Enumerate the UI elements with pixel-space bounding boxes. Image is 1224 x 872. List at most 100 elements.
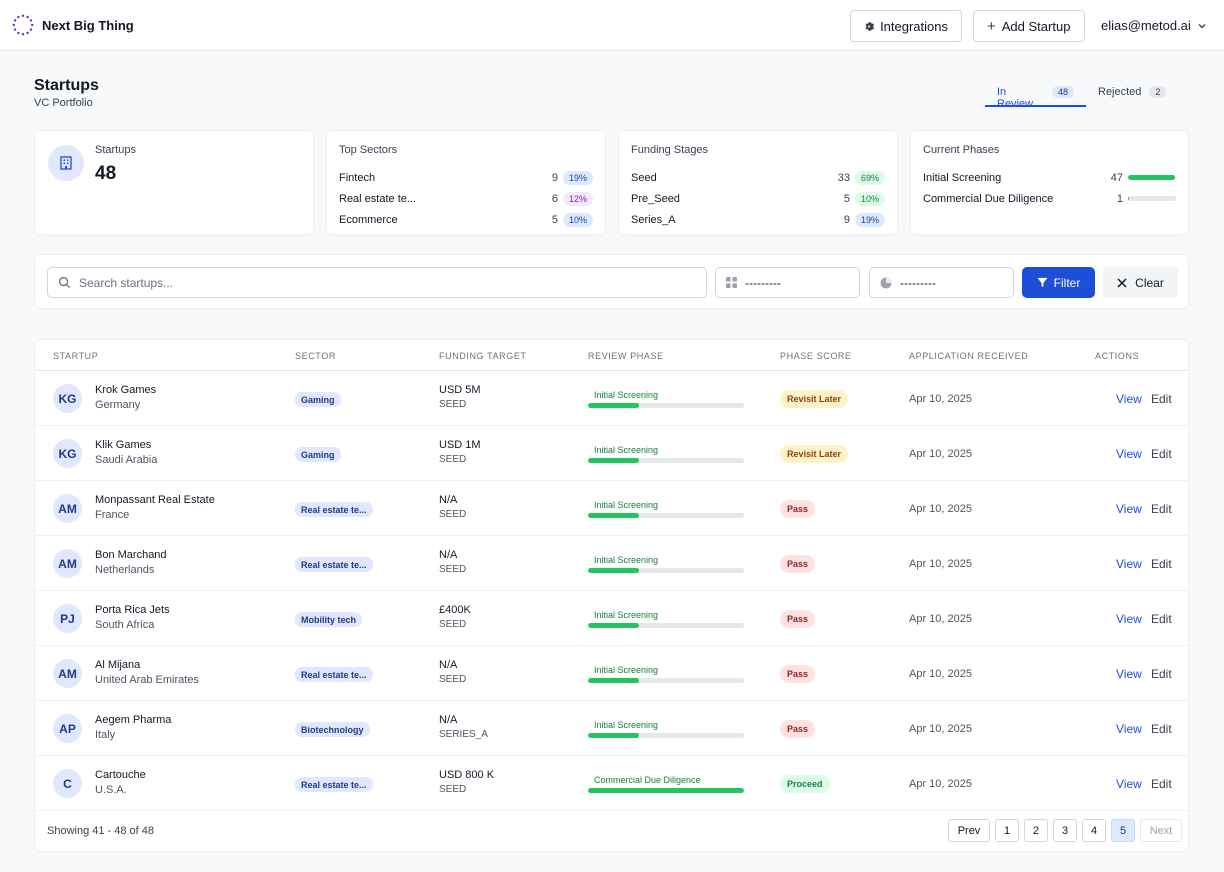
column-header[interactable]: Review Phase: [588, 351, 664, 361]
sector-count: 6: [551, 192, 558, 205]
table-row: C Cartouche U.S.A. Real estate te... USD 800…: [35, 756, 1188, 811]
phase-name: Initial Screening: [923, 171, 1002, 184]
edit-link[interactable]: Edit: [1151, 777, 1172, 791]
percent-badge: 19%: [855, 212, 885, 227]
phase-score-badge: Proceed: [780, 775, 830, 793]
sector-row: Ecommerce 5 10%: [339, 209, 593, 230]
tab-label: Rejected: [1098, 86, 1142, 98]
search-input[interactable]: Search startups...: [47, 267, 707, 298]
edit-link[interactable]: Edit: [1151, 612, 1172, 626]
column-header[interactable]: Sector: [295, 351, 336, 361]
view-link[interactable]: View: [1116, 777, 1142, 791]
edit-link[interactable]: Edit: [1151, 667, 1172, 681]
edit-link[interactable]: Edit: [1151, 502, 1172, 516]
avatar: KG: [53, 439, 82, 468]
sector-name: Fintech: [339, 171, 376, 184]
next-page-button[interactable]: Next: [1140, 819, 1182, 842]
prev-page-button[interactable]: Prev: [948, 819, 990, 842]
status-tabs: In Review 48 Rejected 2: [985, 80, 1178, 110]
add-startup-button[interactable]: + Add Startup: [973, 10, 1085, 42]
column-header[interactable]: Phase Score: [780, 351, 852, 361]
startup-name: Bon Marchand: [95, 549, 167, 561]
app-name: Next Big Thing: [42, 17, 134, 33]
page-button-current[interactable]: 5: [1111, 819, 1135, 842]
table-row: AM Al Mijana United Arab Emirates Real esta…: [35, 646, 1188, 701]
edit-link[interactable]: Edit: [1151, 722, 1172, 736]
view-link[interactable]: View: [1116, 722, 1142, 736]
view-link[interactable]: View: [1116, 612, 1142, 626]
edit-link[interactable]: Edit: [1151, 447, 1172, 461]
review-phase-label: Initial Screening: [594, 555, 659, 565]
funding-stage: SEED: [439, 454, 467, 465]
card-title: Top Sectors: [339, 144, 398, 156]
page-button[interactable]: 1: [995, 819, 1019, 842]
funding-count: 33: [837, 171, 850, 184]
sector-name: Ecommerce: [339, 213, 398, 226]
edit-link[interactable]: Edit: [1151, 392, 1172, 406]
sector-select[interactable]: ---------: [715, 267, 860, 298]
page-button[interactable]: 2: [1024, 819, 1048, 842]
clear-label: Clear: [1135, 275, 1164, 290]
current-phases-card: Current Phases Initial Screening 47 Comm…: [910, 130, 1189, 235]
phase-score-badge: Pass: [780, 555, 816, 573]
view-link[interactable]: View: [1116, 667, 1142, 681]
clear-button[interactable]: Clear: [1103, 267, 1178, 298]
view-link[interactable]: View: [1116, 447, 1142, 461]
phase-count: 1: [1116, 192, 1123, 205]
funding-row: Seed 33 69%: [631, 167, 885, 188]
card-title: Funding Stages: [631, 144, 709, 156]
funding-stage: SEED: [439, 784, 467, 795]
edit-link[interactable]: Edit: [1151, 557, 1172, 571]
funding-count: 9: [843, 213, 850, 226]
funding-stage-name: Pre_Seed: [631, 192, 680, 205]
review-phase-progress: [588, 623, 744, 628]
search-placeholder: Search startups...: [79, 275, 174, 290]
phase-score-badge: Pass: [780, 610, 816, 628]
pie-chart-icon: [880, 277, 892, 288]
percent-badge: 12%: [563, 191, 593, 206]
review-phase-progress: [588, 733, 744, 738]
table-row: KG Krok Games Germany Gaming USD 5M SEED Initi…: [35, 371, 1188, 426]
tab-count-badge: 2: [1149, 86, 1167, 98]
filter-button[interactable]: Filter: [1022, 267, 1095, 298]
funnel-icon: [1037, 277, 1048, 288]
page-button[interactable]: 3: [1053, 819, 1077, 842]
table-row: AM Bon Marchand Netherlands Real estate te.…: [35, 536, 1188, 591]
stat-label: Startups: [95, 144, 136, 156]
sector-name: Real estate te...: [339, 192, 417, 205]
review-phase-progress: [588, 403, 744, 408]
column-header[interactable]: Application Received: [909, 351, 1028, 361]
funding-amount: USD 1M: [439, 439, 481, 451]
funding-count: 5: [843, 192, 850, 205]
avatar: KG: [53, 384, 82, 413]
percent-badge: 10%: [855, 191, 885, 206]
phase-name: Commercial Due Diligence: [923, 192, 1054, 205]
review-phase-label: Initial Screening: [594, 720, 659, 730]
application-received-date: Apr 10, 2025: [909, 668, 972, 680]
tab-in-review[interactable]: In Review 48: [985, 80, 1086, 110]
startup-country: South Africa: [95, 619, 155, 631]
view-link[interactable]: View: [1116, 502, 1142, 516]
tab-rejected[interactable]: Rejected 2: [1086, 80, 1178, 107]
integrations-label: Integrations: [880, 18, 948, 34]
close-icon: [1117, 277, 1127, 288]
view-link[interactable]: View: [1116, 392, 1142, 406]
page-title: Startups: [34, 77, 99, 94]
page-button[interactable]: 4: [1082, 819, 1106, 842]
view-link[interactable]: View: [1116, 557, 1142, 571]
startup-country: France: [95, 509, 130, 521]
stage-select[interactable]: ---------: [869, 267, 1014, 298]
column-header[interactable]: Funding Target: [439, 351, 527, 361]
column-header: Actions: [1095, 351, 1140, 361]
integrations-button[interactable]: Integrations: [850, 10, 962, 42]
grid-icon: [726, 277, 737, 288]
user-menu[interactable]: elias@metod.ai: [1101, 18, 1207, 33]
sector-row: Real estate te... 6 12%: [339, 188, 593, 209]
top-bar: Next Big Thing Integrations + Add Startu…: [0, 0, 1224, 51]
avatar: PJ: [53, 604, 82, 633]
application-received-date: Apr 10, 2025: [909, 778, 972, 790]
phase-score-badge: Pass: [780, 665, 816, 683]
column-header[interactable]: Startup: [53, 351, 98, 361]
brand[interactable]: Next Big Thing: [12, 14, 134, 36]
startup-country: Saudi Arabia: [95, 454, 158, 466]
